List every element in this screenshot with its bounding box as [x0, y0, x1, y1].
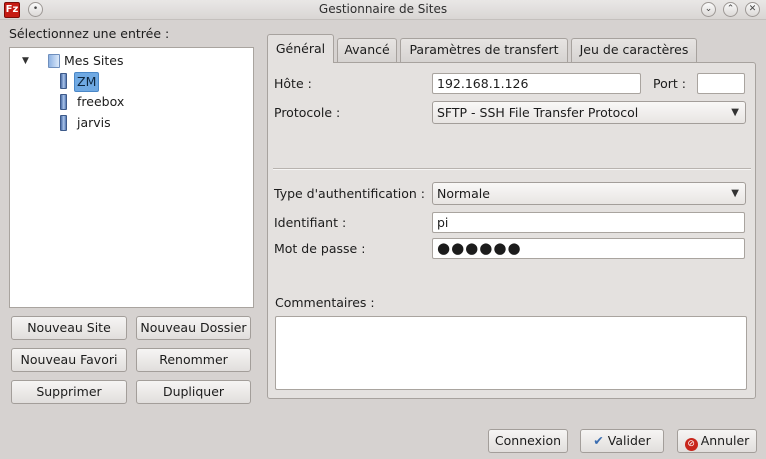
port-input[interactable]: [697, 73, 745, 94]
window-title: Gestionnaire de Sites: [318, 2, 448, 16]
new-site-button[interactable]: Nouveau Site: [11, 316, 127, 340]
cancel-button[interactable]: ⊘ Annuler: [677, 429, 757, 453]
site-tree[interactable]: ▼ Mes Sites ZM freebox jarvis: [9, 47, 254, 308]
ok-button[interactable]: ✔ Valider: [580, 429, 664, 453]
new-bookmark-button[interactable]: Nouveau Favori: [11, 348, 127, 372]
collapse-arrow-icon[interactable]: ▼: [22, 52, 29, 70]
server-icon: [60, 115, 67, 131]
close-button[interactable]: ✕: [745, 2, 760, 17]
new-folder-button[interactable]: Nouveau Dossier: [136, 316, 251, 340]
tab-transfer-settings[interactable]: Paramètres de transfert: [400, 38, 568, 62]
ok-label: Valider: [607, 433, 651, 448]
tree-item-label: jarvis: [77, 115, 111, 130]
cancel-label: Annuler: [700, 433, 750, 448]
sites-folder-icon: [48, 54, 60, 68]
duplicate-button[interactable]: Dupliquer: [136, 380, 251, 404]
delete-button[interactable]: Supprimer: [11, 380, 127, 404]
tab-general[interactable]: Général: [267, 34, 334, 63]
host-label: Hôte :: [274, 76, 312, 91]
chevron-down-icon: ▼: [731, 188, 739, 199]
rename-button[interactable]: Renommer: [136, 348, 251, 372]
auth-type-label: Type d'authentification :: [274, 186, 425, 201]
tree-item-label: freebox: [77, 94, 125, 109]
maximize-button[interactable]: ⌃: [723, 2, 738, 17]
host-input[interactable]: 192.168.1.126: [432, 73, 641, 94]
cancel-icon: ⊘: [684, 438, 698, 451]
tree-item-label: ZM: [74, 72, 100, 92]
chevron-down-icon: ▼: [731, 107, 739, 118]
title-bar: Fz • Gestionnaire de Sites ⌄ ⌃ ✕: [0, 0, 766, 20]
user-input[interactable]: pi: [432, 212, 745, 233]
password-input[interactable]: ●●●●●●: [432, 238, 745, 259]
port-label: Port :: [653, 76, 686, 91]
comments-textarea[interactable]: [275, 316, 747, 390]
protocol-value: SFTP - SSH File Transfer Protocol: [437, 105, 639, 120]
comments-label: Commentaires :: [275, 295, 375, 310]
connect-button[interactable]: Connexion: [488, 429, 568, 453]
auth-type-value: Normale: [437, 186, 490, 201]
tree-root-label: Mes Sites: [64, 53, 124, 68]
server-icon: [60, 94, 67, 110]
auth-type-select[interactable]: Normale ▼: [432, 182, 746, 205]
tab-charset[interactable]: Jeu de caractères: [571, 38, 697, 62]
protocol-label: Protocole :: [274, 105, 341, 120]
user-label: Identifiant :: [274, 215, 347, 230]
protocol-select[interactable]: SFTP - SSH File Transfer Protocol ▼: [432, 101, 746, 124]
server-icon: [60, 73, 67, 89]
password-label: Mot de passe :: [274, 241, 366, 256]
checkmark-icon: ✔: [593, 433, 604, 448]
minimize-button[interactable]: ⌄: [701, 2, 716, 17]
select-entry-label: Sélectionnez une entrée :: [9, 26, 170, 41]
section-divider: [273, 168, 751, 170]
tab-advanced[interactable]: Avancé: [337, 38, 397, 62]
